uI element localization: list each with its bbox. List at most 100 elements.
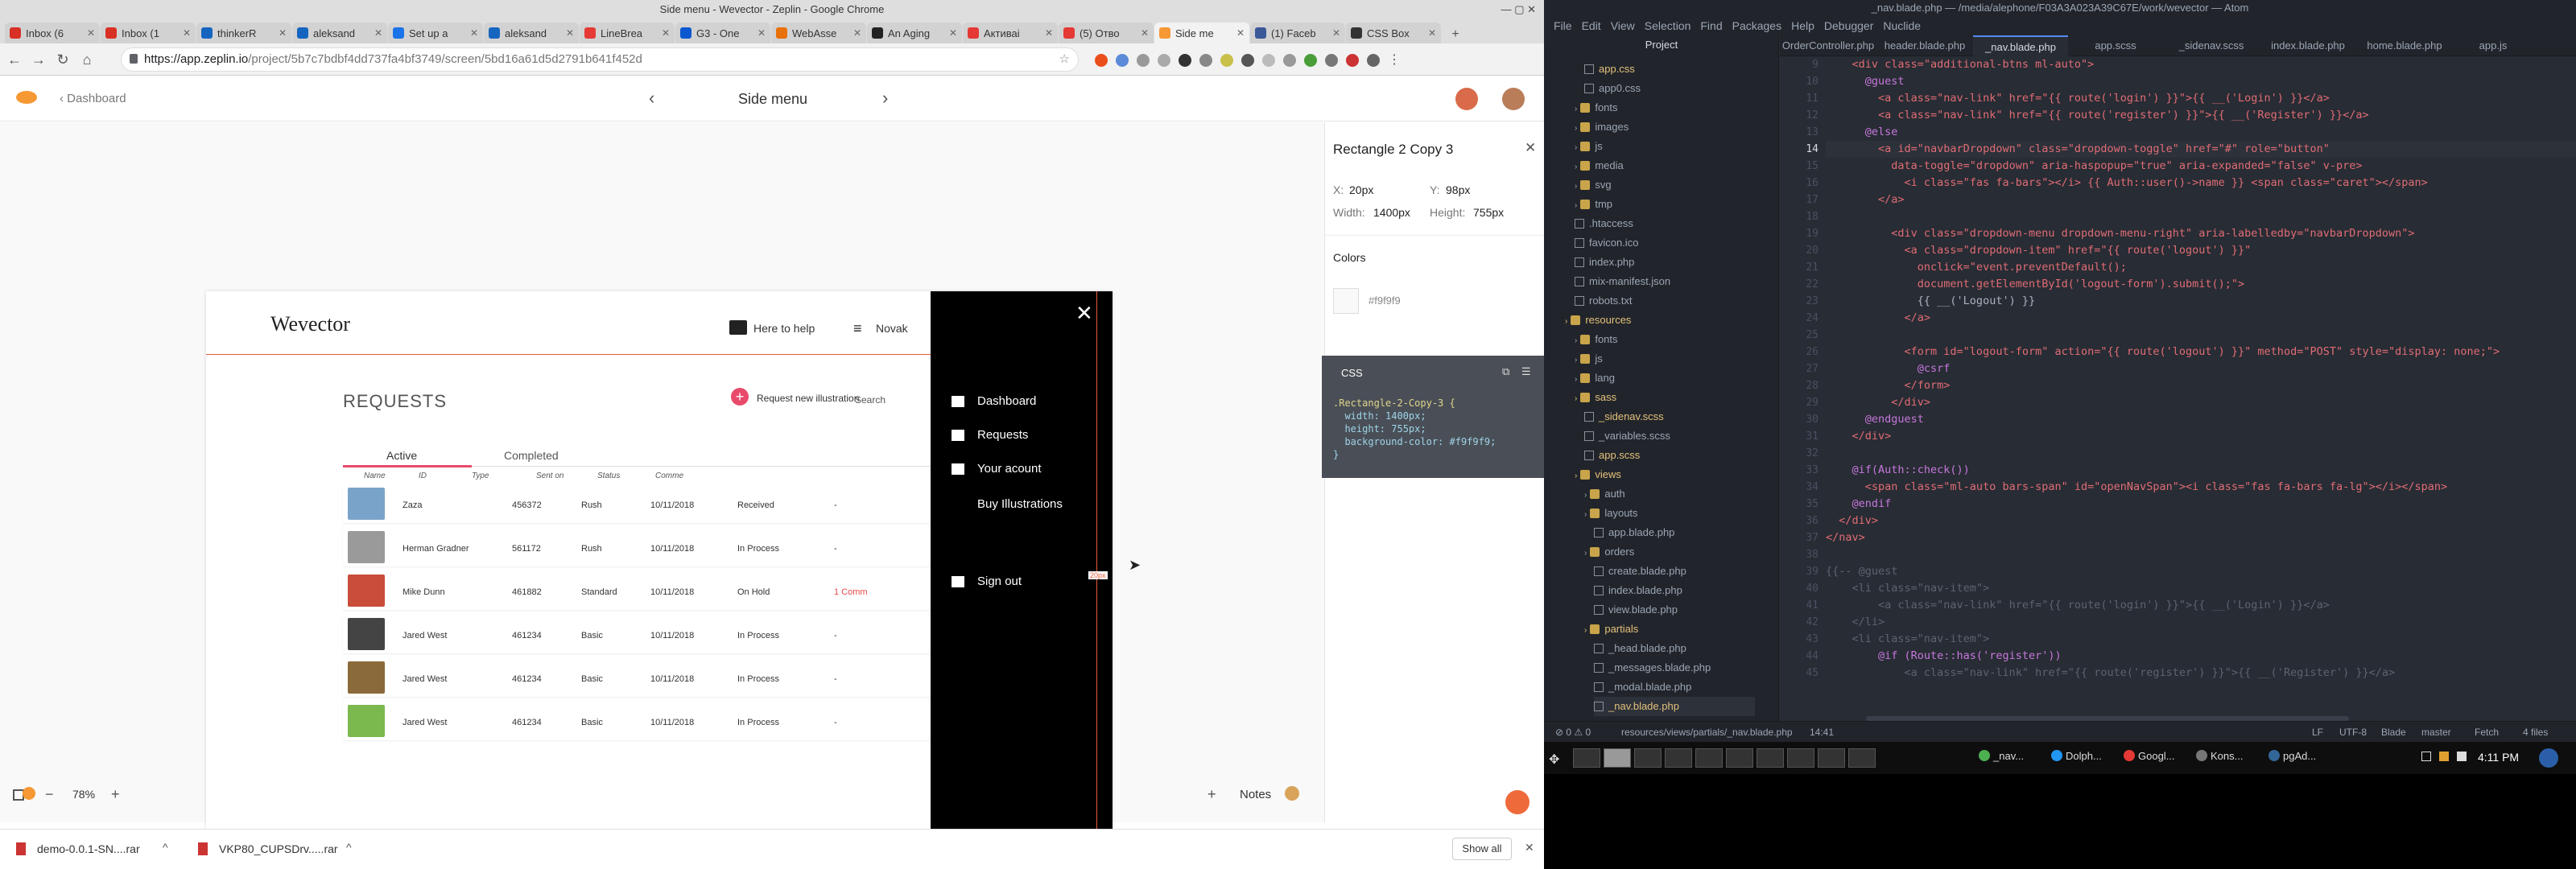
tree-file[interactable]: app.css: [1584, 60, 1635, 79]
browser-tab[interactable]: CSS Box ✕: [1346, 23, 1441, 43]
file-path[interactable]: resources/views/partials/_nav.blade.php: [1621, 722, 1793, 743]
zeplin-canvas[interactable]: Wevector Here to help ≡ Novak REQUESTS +…: [0, 122, 1324, 830]
prev-screen-icon[interactable]: ‹: [649, 88, 654, 109]
color-hex[interactable]: #f9f9f9: [1368, 294, 1401, 307]
tree-file[interactable]: favicon.ico: [1575, 233, 1638, 253]
side-menu-item[interactable]: Dashboard: [977, 394, 1036, 408]
close-tab-icon[interactable]: ✕: [87, 27, 95, 39]
git-fetch[interactable]: Fetch: [2475, 722, 2499, 743]
tree-file[interactable]: _nav.blade.php: [1594, 697, 1755, 716]
menu-item[interactable]: File: [1554, 19, 1572, 32]
add-circle-icon[interactable]: +: [731, 388, 749, 406]
extension-icon[interactable]: [1137, 54, 1150, 67]
editor-tab[interactable]: home.blade.php: [2356, 35, 2453, 56]
close-downloads-icon[interactable]: ✕: [1525, 841, 1534, 855]
tree-folder[interactable]: › js: [1575, 137, 1603, 156]
encoding[interactable]: UTF-8: [2339, 722, 2367, 743]
hamburger-icon[interactable]: ≡: [853, 320, 862, 337]
close-tab-icon[interactable]: ✕: [470, 27, 478, 39]
color-swatch[interactable]: [1333, 288, 1359, 314]
browser-tab[interactable]: LineBrea ✕: [580, 23, 675, 43]
app-launcher-icon[interactable]: ✥: [1549, 752, 1559, 768]
new-request-link[interactable]: Request new illustration: [757, 393, 859, 404]
close-tab-icon[interactable]: ✕: [758, 27, 766, 39]
side-menu-item[interactable]: Buy Illustrations: [977, 497, 1063, 511]
browser-tab[interactable]: Inbox (1 ✕: [101, 23, 196, 43]
close-inspector-icon[interactable]: ✕: [1525, 140, 1536, 156]
search-field[interactable]: Search: [855, 394, 886, 406]
editor-tab[interactable]: _sidenav.scss: [2163, 35, 2260, 56]
artboard-side-menu[interactable]: Wevector Here to help ≡ Novak REQUESTS +…: [206, 291, 1113, 830]
extension-icon[interactable]: [1199, 54, 1212, 67]
download-item[interactable]: demo-0.0.1-SN....rar: [37, 842, 140, 855]
close-tab-icon[interactable]: ✕: [374, 27, 382, 39]
git-branch[interactable]: master: [2421, 722, 2451, 743]
user-avatar[interactable]: [1502, 88, 1525, 110]
tree-folder[interactable]: › auth: [1584, 484, 1625, 504]
tree-folder[interactable]: › js: [1575, 349, 1603, 369]
new-tab-button[interactable]: +: [1445, 26, 1466, 43]
browser-tab[interactable]: Side me ✕: [1154, 23, 1249, 43]
show-all-button[interactable]: Show all: [1452, 838, 1512, 860]
tree-folder[interactable]: › orders: [1584, 542, 1634, 562]
profile-avatar[interactable]: [1367, 54, 1380, 67]
chrome-menu-icon[interactable]: ⋮: [1388, 51, 1401, 68]
table-row[interactable]: [343, 484, 931, 523]
forward-arrow-icon[interactable]: →: [29, 50, 48, 69]
address-bar[interactable]: https://app.zeplin.io/project/5b7c7bdbf4…: [121, 47, 1079, 72]
tree-folder[interactable]: › fonts: [1575, 330, 1618, 349]
tree-file[interactable]: app.scss: [1584, 446, 1640, 465]
browser-tab[interactable]: G3 - One ✕: [675, 23, 770, 43]
changed-files[interactable]: 4 files: [2523, 722, 2548, 743]
settings-icon[interactable]: ☰: [1521, 365, 1531, 378]
user-name[interactable]: Novak: [876, 322, 908, 335]
taskbar-app[interactable]: pgAd...: [2268, 750, 2316, 762]
extension-icon[interactable]: [1262, 54, 1275, 67]
tree-file[interactable]: _head.blade.php: [1594, 639, 1686, 658]
line-ending[interactable]: LF: [2312, 722, 2323, 743]
side-menu-item[interactable]: Sign out: [977, 575, 1022, 588]
tree-file[interactable]: _sidenav.scss: [1584, 407, 1664, 426]
editor-tab[interactable]: OrderController.php: [1780, 35, 1876, 56]
close-tab-icon[interactable]: ✕: [853, 27, 861, 39]
tree-file[interactable]: create.blade.php: [1594, 562, 1686, 581]
editor-tab[interactable]: header.blade.php: [1876, 35, 1973, 56]
browser-tab[interactable]: Активаі ✕: [963, 23, 1058, 43]
window-controls[interactable]: — ▢ ✕: [1501, 3, 1536, 16]
feedback-icon[interactable]: [23, 787, 35, 800]
tree-file[interactable]: _variables.scss: [1584, 426, 1670, 446]
extension-icon[interactable]: [1325, 54, 1338, 67]
tree-file[interactable]: _messages.blade.php: [1594, 658, 1711, 677]
tree-folder[interactable]: › tmp: [1575, 195, 1612, 214]
editor-tab[interactable]: _nav.blade.php: [1973, 35, 2068, 56]
menu-item[interactable]: Help: [1791, 19, 1814, 32]
menu-item[interactable]: Nuclide: [1883, 19, 1921, 32]
taskbar-app[interactable]: _nav...: [1979, 750, 2024, 762]
browser-tab[interactable]: An Aging ✕: [867, 23, 962, 43]
close-tab-icon[interactable]: ✕: [1236, 27, 1245, 39]
tray-icon[interactable]: [2439, 752, 2449, 761]
extension-icon[interactable]: [1241, 54, 1254, 67]
close-tab-icon[interactable]: ✕: [183, 27, 191, 39]
browser-tab[interactable]: thinkerR ✕: [196, 23, 291, 43]
extension-icon[interactable]: [1158, 54, 1170, 67]
help-link[interactable]: Here to help: [753, 322, 815, 335]
tree-file[interactable]: app.blade.php: [1594, 523, 1674, 542]
workspace-thumb[interactable]: [1757, 748, 1784, 768]
user-avatar[interactable]: [2539, 748, 2558, 768]
menu-item[interactable]: Edit: [1582, 19, 1601, 32]
cursor-position[interactable]: 14:41: [1810, 722, 1834, 743]
tree-file[interactable]: app0.css: [1584, 79, 1641, 98]
extension-icon[interactable]: [1220, 54, 1233, 67]
notifications-icon[interactable]: [1455, 88, 1478, 110]
chevron-up-icon[interactable]: ^: [346, 841, 352, 854]
tree-file[interactable]: robots.txt: [1575, 291, 1632, 311]
tree-folder[interactable]: › layouts: [1584, 504, 1638, 523]
close-tab-icon[interactable]: ✕: [1141, 27, 1149, 39]
notes-button[interactable]: Notes: [1240, 788, 1271, 801]
download-item[interactable]: VKP80_CUPSDrv.....rar: [219, 842, 338, 855]
close-tab-icon[interactable]: ✕: [566, 27, 574, 39]
browser-tab[interactable]: WebAsse ✕: [771, 23, 866, 43]
workspace-thumb[interactable]: [1726, 748, 1753, 768]
extension-icon[interactable]: [1283, 54, 1296, 67]
